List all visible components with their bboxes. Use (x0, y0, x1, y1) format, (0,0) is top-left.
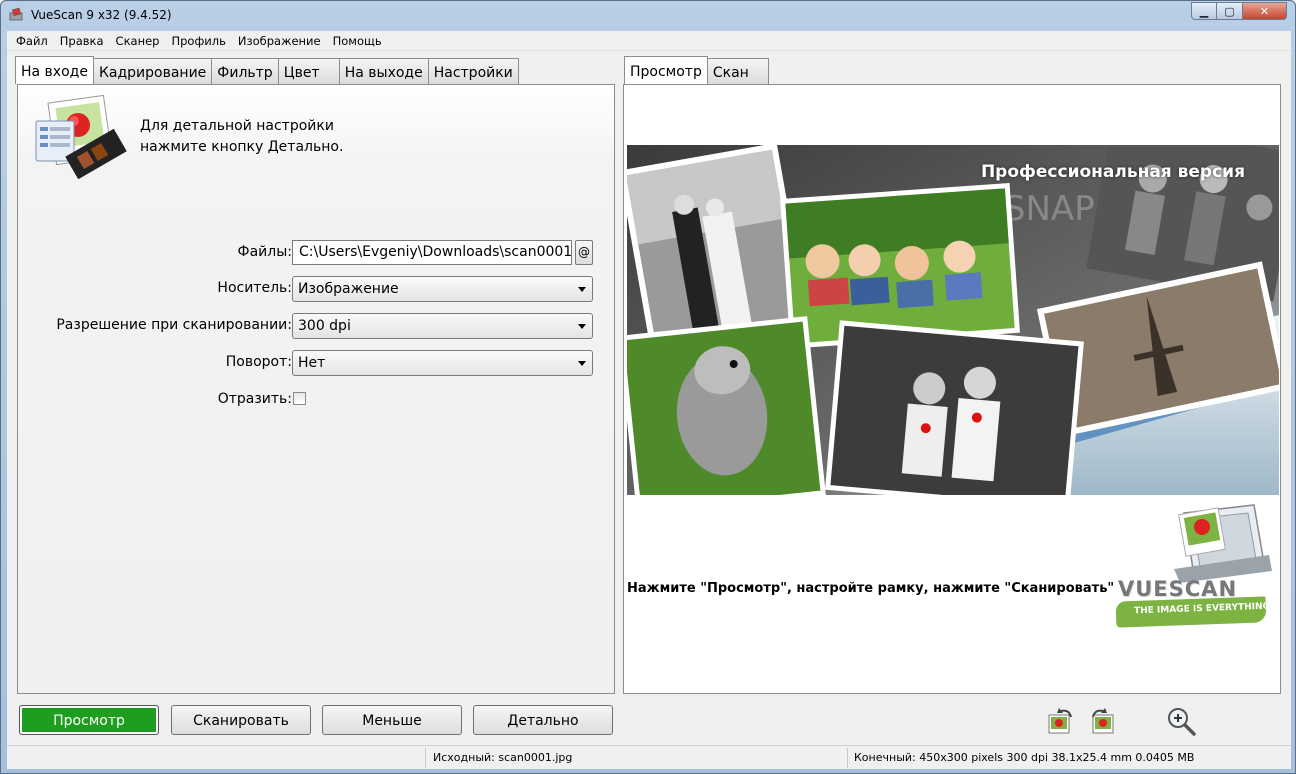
tab-prefs[interactable]: Настройки (427, 58, 519, 84)
preview-panel[interactable]: SNAP Профессиональная версия Нажмите "Пр… (623, 84, 1281, 694)
promo-collage-image: SNAP (627, 145, 1279, 495)
app-window: VueScan 9 x32 (9.4.52) ▁ ▢ ✕ Файл Правка… (0, 0, 1296, 774)
less-button[interactable]: Меньше (322, 705, 462, 735)
menu-help[interactable]: Помощь (328, 34, 389, 48)
files-input[interactable]: C:\Users\Evgeniy\Downloads\scan0001 (292, 240, 572, 265)
media-label: Носитель: (217, 280, 292, 296)
vuescan-app-icon[interactable] (9, 7, 25, 23)
input-settings-panel: Для детальной настройки нажмите кнопку Д… (17, 84, 615, 694)
scan-button[interactable]: Сканировать (171, 705, 311, 735)
tab-crop[interactable]: Кадрирование (92, 58, 213, 84)
files-label: Файлы: (237, 244, 292, 260)
status-separator (425, 748, 426, 768)
tab-color[interactable]: Цвет (277, 58, 340, 84)
menu-image[interactable]: Изображение (233, 34, 328, 48)
close-button[interactable]: ✕ (1243, 2, 1287, 20)
help-line-2: нажмите кнопку Детально. (140, 139, 344, 155)
rotate-left-icon[interactable] (1045, 705, 1077, 737)
rotation-select[interactable]: Нет (292, 350, 593, 376)
dropdown-arrow-icon (578, 287, 586, 292)
menu-bar: Файл Правка Сканер Профиль Изображение П… (7, 31, 1291, 51)
rotation-value: Нет (298, 355, 326, 371)
tab-filter[interactable]: Фильтр (211, 58, 279, 84)
tab-input[interactable]: На входе (15, 56, 94, 84)
media-row: Носитель: Изображение (18, 276, 616, 302)
window-title: VueScan 9 x32 (9.4.52) (31, 8, 172, 22)
scanner-logo-icon (1174, 504, 1272, 583)
menu-file[interactable]: Файл (11, 34, 55, 48)
view-tabs: Просмотр Скан (624, 56, 769, 84)
vuescan-logo: VUESCAN THE IMAGE IS EVERYTHING (1114, 503, 1274, 633)
menu-edit[interactable]: Правка (55, 34, 111, 48)
maximize-icon: ▢ (1224, 4, 1235, 18)
status-source: Исходный: scan0001.jpg (433, 751, 573, 764)
promo-title: Профессиональная версия (980, 162, 1245, 182)
files-row: Файлы: C:\Users\Evgeniy\Downloads\scan00… (18, 240, 616, 266)
tab-output[interactable]: На выходе (338, 58, 429, 84)
minimize-button[interactable]: ▁ (1191, 2, 1217, 20)
settings-tabs: На входе Кадрирование Фильтр Цвет На вых… (15, 56, 519, 84)
promo-banner: SNAP Профессиональная версия (627, 145, 1279, 495)
mirror-row: Отразить: (18, 387, 616, 413)
window-controls: ▁ ▢ ✕ (1191, 2, 1287, 20)
media-value: Изображение (298, 281, 399, 297)
rotation-label: Поворот: (225, 354, 292, 370)
media-select[interactable]: Изображение (292, 276, 593, 302)
rotation-row: Поворот: Нет (18, 350, 616, 376)
minimize-icon: ▁ (1199, 4, 1209, 18)
menu-profile[interactable]: Профиль (166, 34, 232, 48)
help-line-1: Для детальной настройки (140, 118, 334, 134)
close-icon: ✕ (1259, 4, 1270, 18)
maximize-button[interactable]: ▢ (1217, 2, 1243, 20)
mirror-label: Отразить: (217, 391, 292, 407)
zoom-in-icon[interactable] (1165, 705, 1197, 737)
preview-button[interactable]: Просмотр (19, 705, 159, 735)
scanner-settings-icon (35, 95, 127, 179)
status-bar: Исходный: scan0001.jpg Конечный: 450x300… (7, 745, 1291, 769)
resolution-row: Разрешение при сканировании: 300 dpi (18, 313, 616, 339)
resolution-label: Разрешение при сканировании: (56, 317, 292, 333)
status-output: Конечный: 450x300 pixels 300 dpi 38.1x25… (854, 751, 1195, 764)
client-area: Файл Правка Сканер Профиль Изображение П… (7, 31, 1291, 769)
help-message: Для детальной настройки нажмите кнопку Д… (140, 116, 343, 158)
resolution-select[interactable]: 300 dpi (292, 313, 593, 339)
mirror-checkbox[interactable] (293, 392, 306, 405)
svg-text:SNAP: SNAP (1004, 189, 1095, 229)
tab-scan[interactable]: Скан (706, 58, 769, 84)
dropdown-arrow-icon (578, 324, 586, 329)
tab-preview[interactable]: Просмотр (624, 56, 708, 84)
files-at-button[interactable]: @ (575, 240, 593, 265)
title-bar[interactable]: VueScan 9 x32 (9.4.52) ▁ ▢ ✕ (1, 1, 1295, 31)
more-button[interactable]: Детально (473, 705, 613, 735)
instruction-text: Нажмите "Просмотр", настройте рамку, наж… (627, 581, 1115, 596)
menu-scanner[interactable]: Сканер (111, 34, 167, 48)
dropdown-arrow-icon (578, 361, 586, 366)
resolution-value: 300 dpi (298, 318, 351, 334)
rotate-right-icon[interactable] (1087, 705, 1119, 737)
status-separator (847, 748, 848, 768)
